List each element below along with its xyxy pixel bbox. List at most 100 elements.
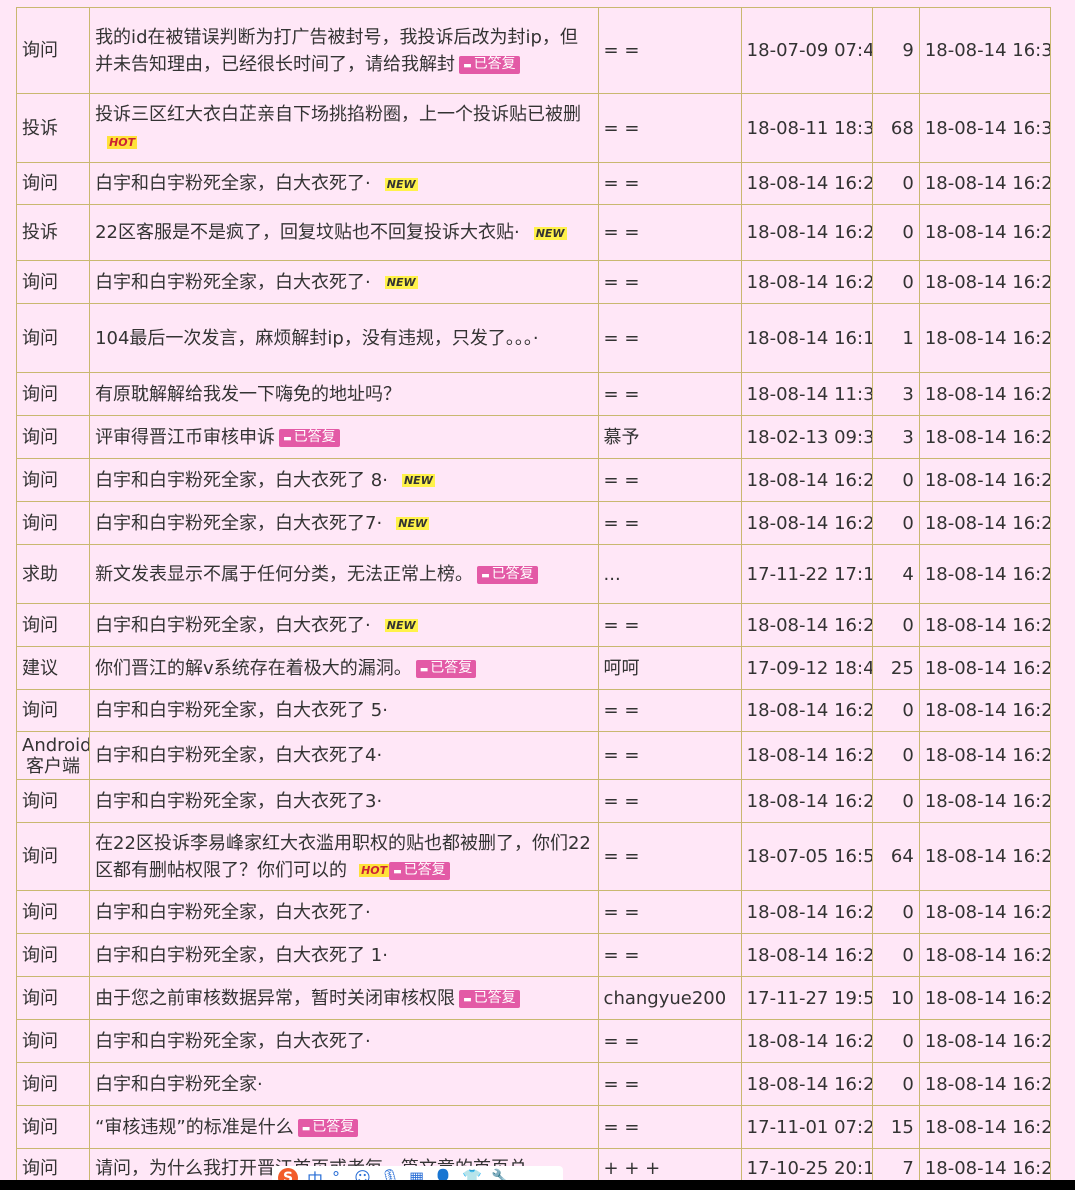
thread-category[interactable]: 询问 — [15, 890, 91, 934]
thread-author[interactable]: = = — [597, 372, 742, 416]
thread-title-link[interactable]: 评审得晋江币审核申诉 — [95, 427, 275, 448]
thread-row[interactable]: 询问 白宇和白宇粉死全家，白大衣死了· NEW = = 18-08-14 16:29 0 1… — [15, 162, 1052, 205]
thread-row[interactable]: 询问 白宇和白宇粉死全家，白大衣死了· = = 18-08-14 16:24 0 18-0… — [15, 890, 1052, 934]
thread-title[interactable]: 白宇和白宇粉死全家，白大衣死了7· NEW — [89, 501, 599, 545]
thread-category[interactable]: 询问 — [15, 1062, 91, 1106]
thread-title-link[interactable]: 白宇和白宇粉死全家，白大衣死了 1· — [95, 945, 388, 966]
thread-author[interactable]: changyue200 — [597, 976, 742, 1020]
thread-title[interactable]: “审核违规”的标准是什么已答复 — [89, 1105, 599, 1149]
thread-category[interactable]: 询问 — [15, 779, 91, 823]
thread-author[interactable]: + + + — [597, 1148, 742, 1180]
thread-title-link[interactable]: 有原耽解解给我发一下嗨免的地址吗？ — [95, 384, 401, 405]
thread-title-link[interactable]: 白宇和白宇粉死全家，白大衣死了3· — [95, 791, 382, 812]
thread-title-link[interactable]: 白宇和白宇粉死全家，白大衣死了 5· — [95, 700, 388, 721]
thread-category[interactable]: 询问 — [15, 1105, 91, 1149]
thread-title-link[interactable]: 22区客服是不是疯了，回复坟贴也不回复投诉大衣贴· — [95, 222, 520, 243]
thread-author[interactable]: ... — [597, 544, 742, 604]
thread-title[interactable]: 由于您之前审核数据异常，暂时关闭审核权限已答复 — [89, 976, 599, 1020]
thread-category[interactable]: 询问 — [15, 415, 91, 459]
thread-author[interactable]: = = — [597, 1105, 742, 1149]
thread-row[interactable]: 询问 有原耽解解给我发一下嗨免的地址吗？ = = 18-08-14 11:33 3 18-… — [15, 372, 1052, 416]
thread-author[interactable]: = = — [597, 933, 742, 977]
thread-row[interactable]: 求助新文发表显示不属于任何分类，无法正常上榜。已答复...17-11-22 17… — [15, 544, 1052, 604]
thread-author[interactable]: = = — [597, 458, 742, 502]
thread-title-link[interactable]: 白宇和白宇粉死全家，白大衣死了 8· — [95, 470, 388, 491]
thread-row[interactable]: 询问 白宇和白宇粉死全家· = = 18-08-14 16:22 0 18-08-14 1… — [15, 1062, 1052, 1106]
thread-title[interactable]: 评审得晋江币审核申诉已答复 — [89, 415, 599, 459]
thread-category[interactable]: 询问 — [15, 689, 91, 732]
thread-category[interactable]: Android 客户端 — [15, 731, 91, 780]
thread-title-link[interactable]: 白宇和白宇粉死全家，白大衣死了· — [95, 1031, 371, 1052]
thread-title[interactable]: 你们晋江的解v系统存在着极大的漏洞。已答复 — [89, 646, 599, 690]
thread-row[interactable]: 投诉 22区客服是不是疯了，回复坟贴也不回复投诉大衣贴· NEW = = 18-08-1… — [15, 204, 1052, 261]
thread-title-link[interactable]: 在22区投诉李易峰家红大衣滥用职权的贴也都被删了，你们22区都有删帖权限了？你们… — [95, 833, 591, 881]
thread-title[interactable]: 我的id在被错误判断为打广告被封号，我投诉后改为封ip，但并未告知理由，已经很长… — [89, 7, 599, 94]
thread-author[interactable]: = = — [597, 731, 742, 780]
thread-title[interactable]: 白宇和白宇粉死全家，白大衣死了 5· — [89, 689, 599, 732]
thread-author[interactable]: = = — [597, 1062, 742, 1106]
thread-row[interactable]: 询问 白宇和白宇粉死全家，白大衣死了 1· = = 18-08-14 16:23 0 18… — [15, 933, 1052, 977]
thread-title[interactable]: 白宇和白宇粉死全家，白大衣死了· NEW — [89, 260, 599, 304]
thread-category[interactable]: 询问 — [15, 933, 91, 977]
thread-category[interactable]: 求助 — [15, 544, 91, 604]
thread-title-link[interactable]: 白宇和白宇粉死全家，白大衣死了7· — [95, 513, 382, 534]
thread-title[interactable]: 104最后一次发言，麻烦解封ip，没有违规，只发了。。。· — [89, 303, 599, 373]
thread-title[interactable]: 新文发表显示不属于任何分类，无法正常上榜。已答复 — [89, 544, 599, 604]
thread-author[interactable]: = = — [597, 204, 742, 261]
thread-title[interactable]: 在22区投诉李易峰家红大衣滥用职权的贴也都被删了，你们22区都有删帖权限了？你们… — [89, 822, 599, 891]
thread-category[interactable]: 询问 — [15, 1148, 91, 1180]
thread-title-link[interactable]: 新文发表显示不属于任何分类，无法正常上榜。 — [95, 564, 473, 585]
thread-category[interactable]: 询问 — [15, 7, 91, 94]
thread-title-link[interactable]: 104最后一次发言，麻烦解封ip，没有违规，只发了。。。· — [95, 328, 539, 349]
thread-row[interactable]: 询问 白宇和白宇粉死全家，白大衣死了· NEW = = 18-08-14 16:27 0 1… — [15, 603, 1052, 647]
thread-category[interactable]: 建议 — [15, 646, 91, 690]
thread-title[interactable]: 白宇和白宇粉死全家，白大衣死了 1· — [89, 933, 599, 977]
thread-title[interactable]: 白宇和白宇粉死全家，白大衣死了 8· NEW — [89, 458, 599, 502]
thread-author[interactable]: = = — [597, 501, 742, 545]
thread-title-link[interactable]: 由于您之前审核数据异常，暂时关闭审核权限 — [95, 988, 455, 1009]
thread-author[interactable]: = = — [597, 689, 742, 732]
thread-row[interactable]: 询问“审核违规”的标准是什么已答复= =17-11-01 07:231518-0… — [15, 1105, 1052, 1149]
thread-category[interactable]: 询问 — [15, 260, 91, 304]
thread-author[interactable]: = = — [597, 779, 742, 823]
thread-row[interactable]: 询问 104最后一次发言，麻烦解封ip，没有违规，只发了。。。· = = 18-08-… — [15, 303, 1052, 373]
thread-author[interactable]: = = — [597, 303, 742, 373]
thread-author[interactable]: = = — [597, 890, 742, 934]
thread-title[interactable]: 白宇和白宇粉死全家· — [89, 1062, 599, 1106]
thread-category[interactable]: 询问 — [15, 501, 91, 545]
thread-author[interactable]: = = — [597, 93, 742, 163]
thread-author[interactable]: = = — [597, 1019, 742, 1063]
thread-title-link[interactable]: 白宇和白宇粉死全家，白大衣死了· — [95, 902, 371, 923]
thread-category[interactable]: 投诉 — [15, 93, 91, 163]
thread-category[interactable]: 询问 — [15, 822, 91, 891]
thread-category[interactable]: 询问 — [15, 458, 91, 502]
thread-category[interactable]: 询问 — [15, 162, 91, 205]
thread-category[interactable]: 询问 — [15, 372, 91, 416]
thread-title-link[interactable]: 白宇和白宇粉死全家· — [95, 1074, 263, 1095]
thread-row[interactable]: 询问 白宇和白宇粉死全家，白大衣死了 8· NEW = = 18-08-14 16:28… — [15, 458, 1052, 502]
thread-category[interactable]: 询问 — [15, 976, 91, 1020]
thread-row[interactable]: 询问 我的id在被错误判断为打广告被封号，我投诉后改为封ip，但并未告知理由，已经… — [15, 7, 1052, 94]
thread-row[interactable]: 建议你们晋江的解v系统存在着极大的漏洞。已答复呵呵17-09-12 18:432… — [15, 646, 1052, 690]
thread-title-link[interactable]: 白宇和白宇粉死全家，白大衣死了4· — [95, 745, 382, 766]
thread-category[interactable]: 询问 — [15, 1019, 91, 1063]
thread-title[interactable]: 白宇和白宇粉死全家，白大衣死了· — [89, 1019, 599, 1063]
thread-title[interactable]: 投诉三区红大衣白芷亲自下场挑掐粉圈，上一个投诉贴已被删 HOT — [89, 93, 599, 163]
thread-title-link[interactable]: 你们晋江的解v系统存在着极大的漏洞。 — [95, 658, 412, 679]
thread-title[interactable]: 白宇和白宇粉死全家，白大衣死了· NEW — [89, 603, 599, 647]
thread-category[interactable]: 投诉 — [15, 204, 91, 261]
thread-title[interactable]: 白宇和白宇粉死全家，白大衣死了· — [89, 890, 599, 934]
thread-row[interactable]: 投诉 投诉三区红大衣白芷亲自下场挑掐粉圈，上一个投诉贴已被删HOT = = 18-08… — [15, 93, 1052, 163]
thread-category[interactable]: 询问 — [15, 303, 91, 373]
thread-row[interactable]: 询问评审得晋江币审核申诉已答复慕予18-02-13 09:36318-08-14… — [15, 415, 1052, 459]
thread-title-link[interactable]: 白宇和白宇粉死全家，白大衣死了· — [95, 173, 371, 194]
thread-title[interactable]: 有原耽解解给我发一下嗨免的地址吗？ — [89, 372, 599, 416]
thread-title-link[interactable]: 投诉三区红大衣白芷亲自下场挑掐粉圈，上一个投诉贴已被删 — [95, 104, 581, 125]
thread-title[interactable]: 白宇和白宇粉死全家，白大衣死了4· — [89, 731, 599, 780]
thread-row[interactable]: 询问 白宇和白宇粉死全家，白大衣死了 5· = = 18-08-14 16:27 0 18… — [15, 689, 1052, 732]
thread-row[interactable]: 询问 在22区投诉李易峰家红大衣滥用职权的贴也都被删了，你们22区都有删帖权限了？… — [15, 822, 1052, 891]
thread-title-link[interactable]: 白宇和白宇粉死全家，白大衣死了· — [95, 272, 371, 293]
thread-row[interactable]: 询问 白宇和白宇粉死全家，白大衣死了3· = = 18-08-14 16:24 0 18-… — [15, 779, 1052, 823]
thread-author[interactable]: = = — [597, 260, 742, 304]
thread-author[interactable]: = = — [597, 822, 742, 891]
